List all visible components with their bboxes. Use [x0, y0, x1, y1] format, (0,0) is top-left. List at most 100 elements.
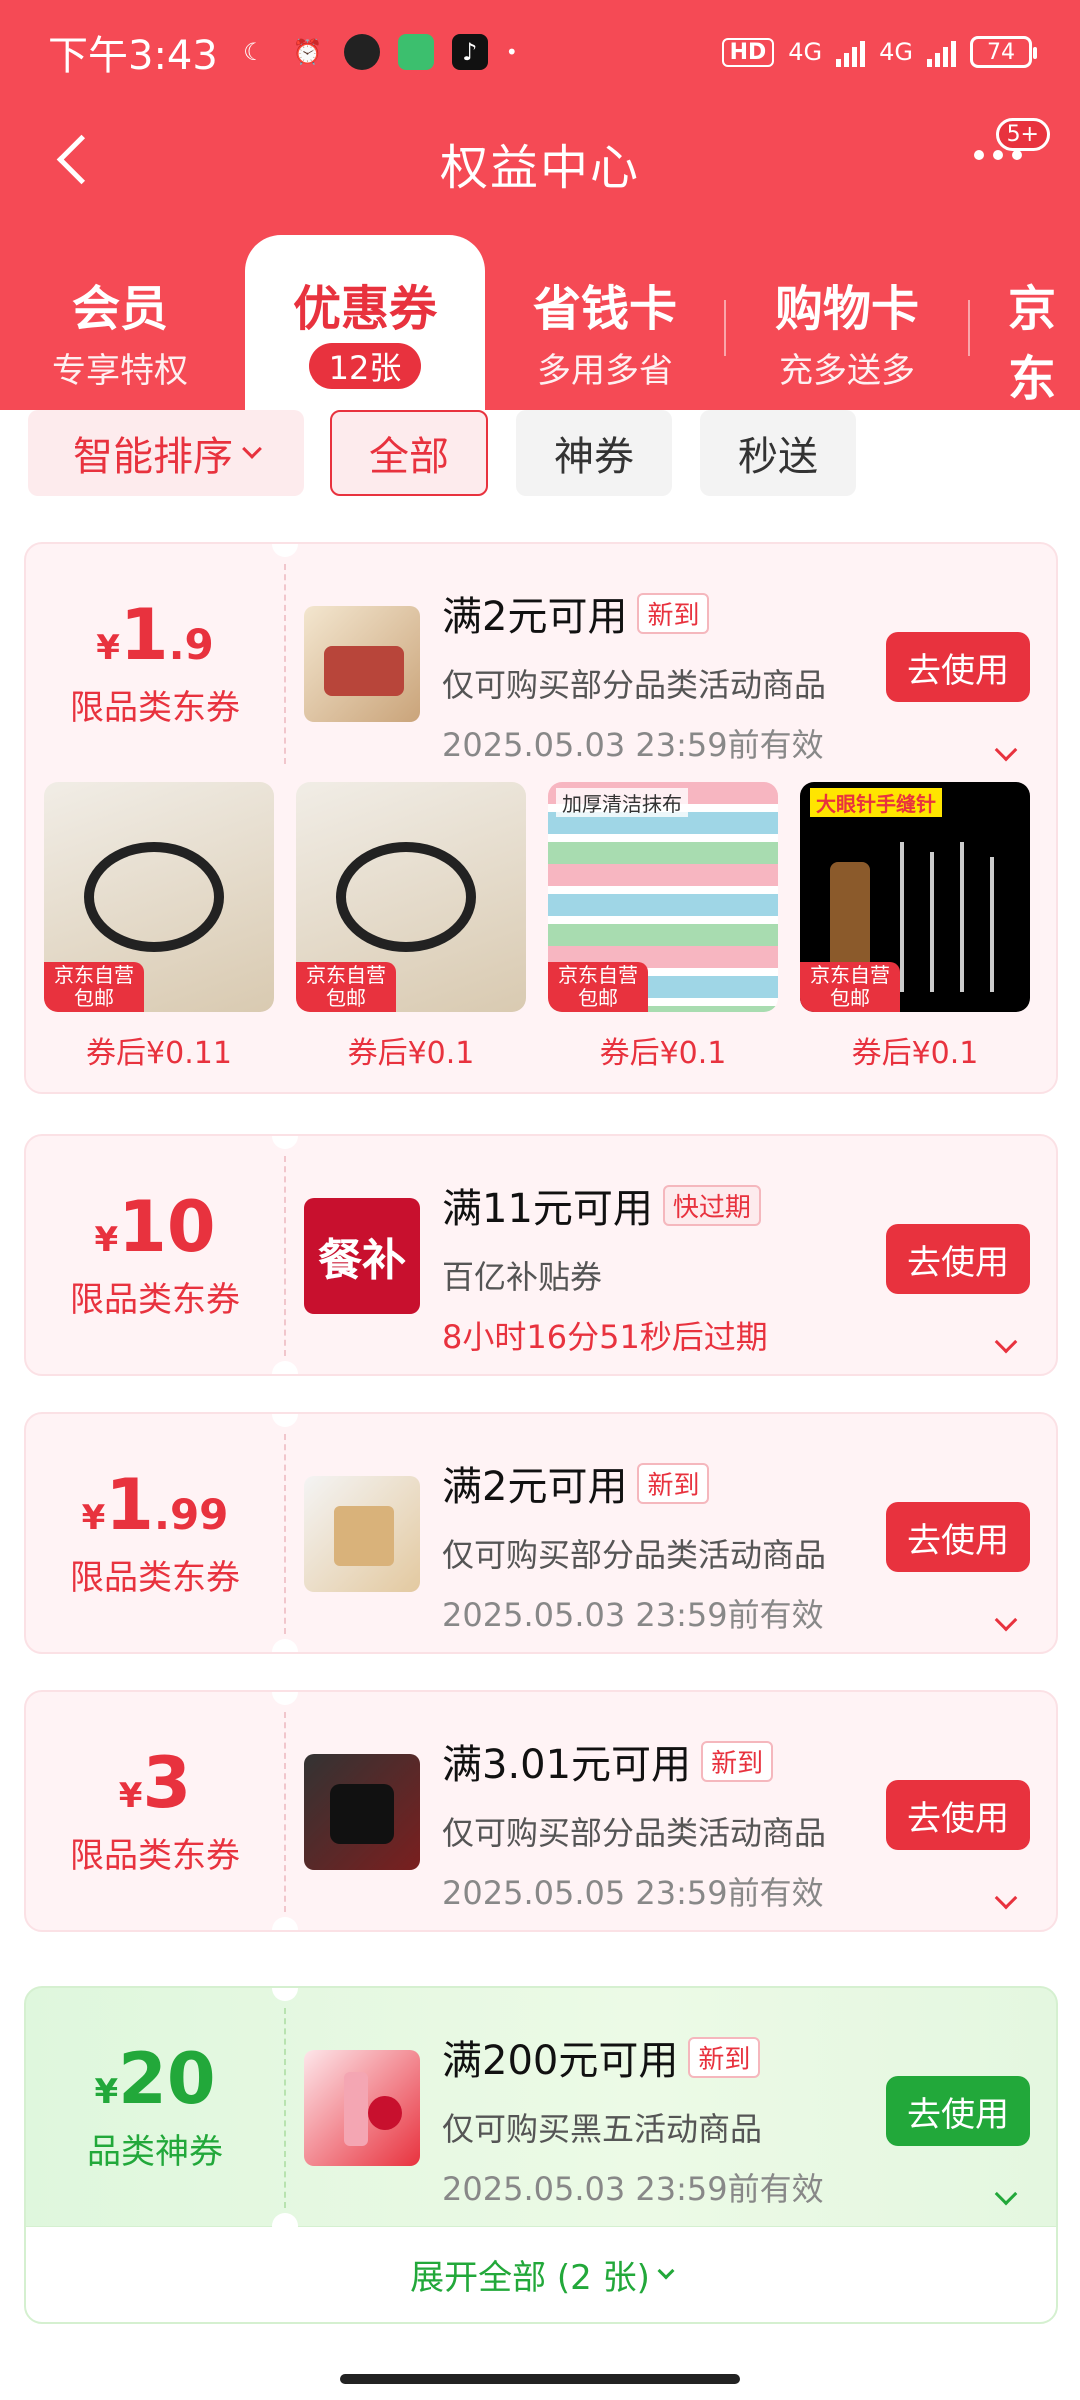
product-card[interactable]: 加厚清洁抹布 京东自营 包邮 券后¥0.1: [548, 782, 778, 1092]
use-coupon-button[interactable]: 去使用: [886, 1502, 1030, 1572]
moon-icon: ☾: [243, 38, 265, 66]
coupon-type: 限品类东券: [70, 1836, 240, 1876]
tab-shopping-card[interactable]: 购物卡 充多送多: [727, 235, 967, 410]
product-badge: 京东自营 包邮: [548, 962, 648, 1012]
product-price: 券后¥0.1: [599, 1036, 727, 1071]
product-badge: 京东自营 包邮: [296, 962, 396, 1012]
coupon-divider: [284, 2008, 286, 2208]
product-price: 券后¥0.1: [347, 1036, 475, 1071]
qq-icon: [343, 34, 380, 70]
coupon-description: 仅可购买部分品类活动商品: [442, 666, 827, 704]
alarm-icon: ⏰: [292, 38, 323, 66]
coupon-condition: 满2元可用: [442, 594, 628, 640]
coupon-card: ¥10 限品类东券 餐补 满11元可用 快过期 百亿补贴券 8小时16分51秒后过…: [24, 1134, 1058, 1376]
expand-chevron-icon[interactable]: [994, 738, 1018, 762]
use-coupon-button[interactable]: 去使用: [886, 1780, 1030, 1850]
coupon-tag: 新到: [637, 592, 710, 634]
product-image-caption: 加厚清洁抹布: [556, 788, 688, 817]
god-coupon-card: ¥20 品类神券 满200元可用 新到 仅可购买黑五活动商品 2025.05.03…: [24, 1986, 1058, 2324]
battery-icon: 74: [970, 36, 1037, 68]
tab-member[interactable]: 会员 专享特权: [0, 235, 240, 410]
expand-chevron-icon[interactable]: [994, 1330, 1018, 1354]
header: 下午3:43 ☾ ⏰ ♪ • HD 4G 4G 74 权益中心 5+ 会员 专享…: [0, 0, 1080, 410]
expand-all-button[interactable]: 展开全部 (2 张): [26, 2226, 1056, 2322]
product-price: 券后¥0.11: [86, 1036, 232, 1071]
coupon-notch: [272, 1361, 298, 1374]
product-card[interactable]: 京东自营 包邮 券后¥0.11: [44, 782, 274, 1092]
product-card[interactable]: 大眼针手缝针 京东自营 包邮 券后¥0.1: [800, 782, 1030, 1092]
shield-app-icon: [397, 34, 434, 70]
product-badge: 京东自营 包邮: [800, 962, 900, 1012]
coupon-condition: 满11元可用: [442, 1186, 653, 1232]
coupon-card: ¥1.99 限品类东券 满2元可用 新到 仅可购买部分品类活动商品 2025.05…: [24, 1412, 1058, 1654]
status-right: HD 4G 4G 74: [721, 36, 1037, 68]
coupon-thumbnail: [304, 2050, 420, 2166]
expand-chevron-icon[interactable]: [994, 1886, 1018, 1910]
coupon-tag: 新到: [637, 1462, 710, 1504]
filter-bar: 智能排序 全部 神券 秒送: [0, 410, 1080, 510]
coupon-expiry: 8小时16分51秒后过期: [442, 1318, 768, 1356]
coupon-divider: [284, 1156, 286, 1356]
tab-subtitle: 充多送多: [779, 351, 915, 391]
filter-flash-delivery[interactable]: 秒送: [700, 410, 856, 496]
more-menu-icon[interactable]: [974, 150, 1022, 160]
expand-chevron-icon[interactable]: [994, 2182, 1018, 2206]
coupon-type: 品类神券: [87, 2132, 223, 2172]
use-coupon-button[interactable]: 去使用: [886, 2076, 1030, 2146]
tab-jd[interactable]: 京东 心意: [972, 235, 1080, 410]
coupon-notch: [272, 2213, 298, 2239]
coupon-thumbnail: [304, 1754, 420, 1870]
coupon-tag: 新到: [688, 2036, 761, 2078]
status-time: 下午3:43: [48, 33, 218, 79]
product-badge: 京东自营 包邮: [44, 962, 144, 1012]
tab-coupons[interactable]: 优惠券 12张: [245, 235, 485, 410]
product-price: 券后¥0.1: [851, 1036, 979, 1071]
expand-chevron-icon[interactable]: [994, 1608, 1018, 1632]
coupon-value: ¥10 限品类东券: [26, 1136, 284, 1374]
tab-divider: [724, 300, 726, 356]
smart-sort-dropdown[interactable]: 智能排序: [28, 410, 304, 496]
coupon-divider: [284, 1712, 286, 1912]
chevron-down-icon: [242, 439, 262, 459]
product-image: 京东自营 包邮: [296, 782, 526, 1012]
coupon-card: ¥3 限品类东券 满3.01元可用 新到 仅可购买部分品类活动商品 2025.05…: [24, 1690, 1058, 1932]
use-coupon-button[interactable]: 去使用: [886, 632, 1030, 702]
coupon-tag: 快过期: [662, 1184, 761, 1226]
filter-god-coupon[interactable]: 神券: [516, 410, 672, 496]
battery-level: 74: [987, 39, 1015, 65]
product-image: 大眼针手缝针 京东自营 包邮: [800, 782, 1030, 1012]
tab-subtitle: 多用多省: [537, 351, 673, 391]
coupon-count-badge: 12张: [308, 343, 422, 389]
coupon-thumbnail: 餐补: [304, 1198, 420, 1314]
product-card[interactable]: 京东自营 包邮 券后¥0.1: [296, 782, 526, 1092]
coupon-divider: [284, 564, 286, 764]
coupon-condition: 满2元可用: [442, 1464, 628, 1510]
network-label-1: 4G: [788, 38, 823, 66]
filter-all[interactable]: 全部: [330, 410, 488, 496]
home-indicator[interactable]: [340, 2374, 740, 2384]
coupon-expiry: 2025.05.03 23:59前有效: [442, 726, 824, 764]
tab-title: 优惠券: [292, 281, 437, 337]
coupon-notch: [272, 1917, 298, 1930]
coupon-condition: 满200元可用: [442, 2038, 679, 2084]
coupon-value: ¥1.99 限品类东券: [26, 1414, 284, 1652]
signal-icon-2: [927, 37, 956, 67]
expand-all-label: 展开全部 (2 张): [410, 2258, 650, 2298]
use-coupon-button[interactable]: 去使用: [886, 1224, 1030, 1294]
coupon-expiry: 2025.05.05 23:59前有效: [442, 1874, 824, 1912]
coupon-description: 百亿补贴券: [442, 1258, 603, 1296]
coupon-thumbnail: [304, 606, 420, 722]
recommended-products: 京东自营 包邮 券后¥0.11 京东自营 包邮 券后¥0.1 加厚清洁抹布 京东自营…: [26, 782, 1056, 1092]
coupon-thumbnail: [304, 1476, 420, 1592]
coupon-value: ¥3 限品类东券: [26, 1692, 284, 1930]
coupon-description: 仅可购买部分品类活动商品: [442, 1536, 827, 1574]
status-bar: 下午3:43 ☾ ⏰ ♪ • HD 4G 4G 74: [48, 22, 1037, 82]
tiktok-icon: ♪: [451, 34, 488, 70]
tab-savings-card[interactable]: 省钱卡 多用多省: [485, 235, 725, 410]
chevron-down-icon: [657, 2262, 675, 2279]
coupon-value: ¥1.9 限品类东券: [26, 544, 284, 782]
coupon-description: 仅可购买黑五活动商品: [442, 2110, 763, 2148]
hd-icon: HD: [721, 37, 775, 67]
product-image: 京东自营 包邮: [44, 782, 274, 1012]
product-image-caption: 大眼针手缝针: [810, 788, 942, 817]
